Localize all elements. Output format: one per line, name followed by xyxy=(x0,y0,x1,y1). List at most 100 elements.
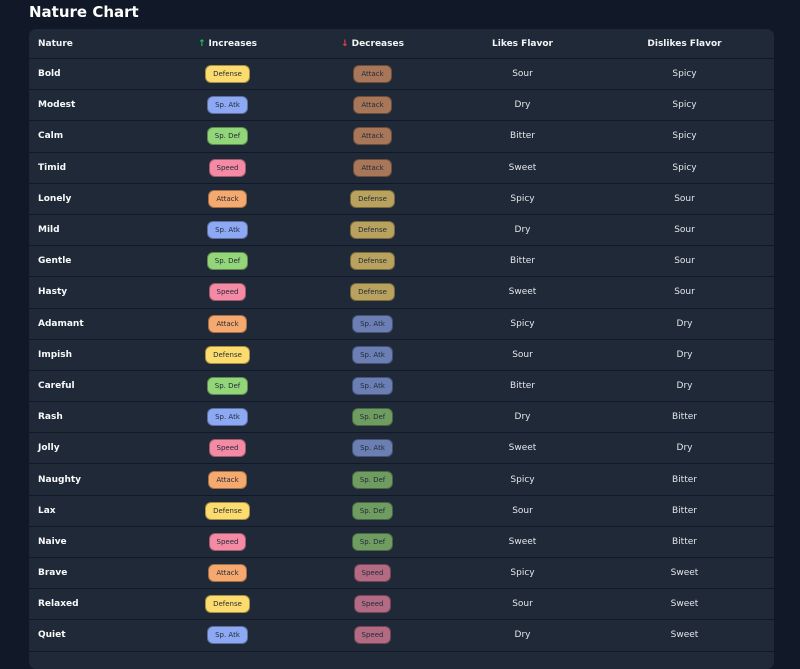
increases-cell: Sp. Atk xyxy=(134,96,321,115)
header-nature[interactable]: Nature xyxy=(29,39,134,49)
header-increases[interactable]: ↑ Increases xyxy=(134,39,321,49)
increases-cell: Speed xyxy=(134,439,321,458)
dislikes-flavor: Spicy xyxy=(672,100,697,111)
decreases-badge: Sp. Def xyxy=(351,470,394,489)
nature-name: Hasty xyxy=(38,287,68,298)
table-row[interactable]: Timid Speed Attack Sweet Spicy xyxy=(29,153,774,184)
table-row[interactable]: Bold Defense Attack Sour Spicy xyxy=(29,59,774,91)
dislikes-flavor: Sour xyxy=(674,225,695,236)
table-row[interactable]: Gentle Sp. Def Defense Bitter Sour xyxy=(29,246,774,278)
table-header-row: Nature ↑ Increases ↓ Decreases Likes Fla… xyxy=(29,29,774,59)
increases-cell: Sp. Atk xyxy=(134,221,321,240)
table-row[interactable]: Lax Defense Sp. Def Sour Bitter xyxy=(29,496,774,527)
table-row[interactable]: Naive Speed Sp. Def Sweet Bitter xyxy=(29,527,774,558)
decreases-cell: Attack xyxy=(321,158,424,177)
decreases-cell: Sp. Atk xyxy=(321,314,424,333)
likes-flavor: Spicy xyxy=(510,318,535,329)
table-row[interactable]: Relaxed Defense Speed Sour Sweet xyxy=(29,589,774,621)
table-row[interactable]: Jolly Speed Sp. Atk Sweet Dry xyxy=(29,433,774,465)
table-row[interactable]: Naughty Attack Sp. Def Spicy Bitter xyxy=(29,464,774,496)
nature-name: Brave xyxy=(38,568,68,579)
nature-name: Timid xyxy=(38,162,67,173)
table-row[interactable]: Modest Sp. Atk Attack Dry Spicy xyxy=(29,90,774,122)
likes-flavor: Sweet xyxy=(508,443,537,454)
decreases-badge: Attack xyxy=(353,158,392,177)
dislikes-flavor: Sour xyxy=(674,193,695,204)
page-title: Nature Chart xyxy=(29,3,139,21)
nature-table: Nature ↑ Increases ↓ Decreases Likes Fla… xyxy=(29,29,774,669)
table-row[interactable]: Hasty Speed Defense Sweet Sour xyxy=(29,277,774,309)
dislikes-flavor: Sweet xyxy=(670,568,699,579)
nature-name: Relaxed xyxy=(38,599,79,610)
increases-cell: Speed xyxy=(134,283,321,302)
increases-badge: Defense xyxy=(205,345,250,364)
likes-flavor: Sour xyxy=(512,599,533,610)
decreases-cell: Sp. Def xyxy=(321,408,424,427)
likes-flavor: Sweet xyxy=(508,536,537,547)
decreases-badge: Attack xyxy=(353,127,392,146)
header-dislikes-flavor[interactable]: Dislikes Flavor xyxy=(621,39,748,49)
decreases-cell: Speed xyxy=(321,595,424,614)
decreases-badge: Attack xyxy=(353,65,392,84)
header-decreases[interactable]: ↓ Decreases xyxy=(321,39,424,49)
dislikes-flavor: Spicy xyxy=(672,69,697,80)
dislikes-flavor: Sour xyxy=(674,256,695,267)
increases-cell: Defense xyxy=(134,501,321,520)
dislikes-flavor: Bitter xyxy=(672,474,697,485)
increases-cell: Attack xyxy=(134,564,321,583)
increases-badge: Attack xyxy=(208,564,247,583)
dislikes-flavor: Spicy xyxy=(672,131,697,142)
likes-flavor: Dry xyxy=(514,412,531,423)
table-row[interactable]: Mild Sp. Atk Defense Dry Sour xyxy=(29,215,774,247)
nature-name: Modest xyxy=(38,100,76,111)
increases-badge: Sp. Def xyxy=(206,376,249,395)
increases-cell: Attack xyxy=(134,314,321,333)
dislikes-flavor: Spicy xyxy=(672,162,697,173)
table-row[interactable]: Brave Attack Speed Spicy Sweet xyxy=(29,558,774,590)
increases-cell: Defense xyxy=(134,345,321,364)
nature-name: Quiet xyxy=(38,630,66,641)
likes-flavor: Sour xyxy=(512,349,533,360)
dislikes-flavor: Bitter xyxy=(672,412,697,423)
decreases-cell: Attack xyxy=(321,65,424,84)
nature-name: Gentle xyxy=(38,256,72,267)
increases-cell: Attack xyxy=(134,189,321,208)
increases-badge: Sp. Atk xyxy=(207,408,248,427)
header-decreases-label: Decreases xyxy=(351,38,404,49)
dislikes-flavor: Sweet xyxy=(670,599,699,610)
decreases-cell: Defense xyxy=(321,189,424,208)
likes-flavor: Spicy xyxy=(510,568,535,579)
decreases-cell: Attack xyxy=(321,127,424,146)
nature-name: Naive xyxy=(38,536,67,547)
decreases-badge: Speed xyxy=(353,595,392,614)
decreases-cell: Sp. Atk xyxy=(321,376,424,395)
increases-badge: Defense xyxy=(205,65,250,84)
increases-cell: Defense xyxy=(134,595,321,614)
table-row[interactable]: Lonely Attack Defense Spicy Sour xyxy=(29,184,774,215)
increases-badge: Defense xyxy=(205,501,250,520)
table-row[interactable]: Adamant Attack Sp. Atk Spicy Dry xyxy=(29,309,774,340)
decreases-badge: Defense xyxy=(350,189,395,208)
decreases-cell: Sp. Atk xyxy=(321,439,424,458)
table-row[interactable]: Impish Defense Sp. Atk Sour Dry xyxy=(29,340,774,371)
table-row[interactable]: Calm Sp. Def Attack Bitter Spicy xyxy=(29,121,774,153)
likes-flavor: Dry xyxy=(514,630,531,641)
nature-name: Calm xyxy=(38,131,64,142)
increases-badge: Sp. Atk xyxy=(207,96,248,115)
decreases-badge: Attack xyxy=(353,96,392,115)
decreases-badge: Defense xyxy=(350,252,395,271)
header-likes-flavor[interactable]: Likes Flavor xyxy=(424,39,621,49)
table-row[interactable]: Rash Sp. Atk Sp. Def Dry Bitter xyxy=(29,402,774,434)
likes-flavor: Bitter xyxy=(510,380,535,391)
likes-flavor: Dry xyxy=(514,100,531,111)
likes-flavor: Spicy xyxy=(510,193,535,204)
table-row[interactable]: Quiet Sp. Atk Speed Dry Sweet xyxy=(29,620,774,652)
table-row[interactable]: Careful Sp. Def Sp. Atk Bitter Dry xyxy=(29,371,774,403)
decreases-badge: Sp. Def xyxy=(351,501,394,520)
nature-name: Adamant xyxy=(38,318,84,329)
dislikes-flavor: Sweet xyxy=(670,630,699,641)
increases-badge: Speed xyxy=(208,283,247,302)
dislikes-flavor: Sour xyxy=(674,287,695,298)
increases-cell: Sp. Def xyxy=(134,252,321,271)
nature-name: Jolly xyxy=(38,443,60,454)
